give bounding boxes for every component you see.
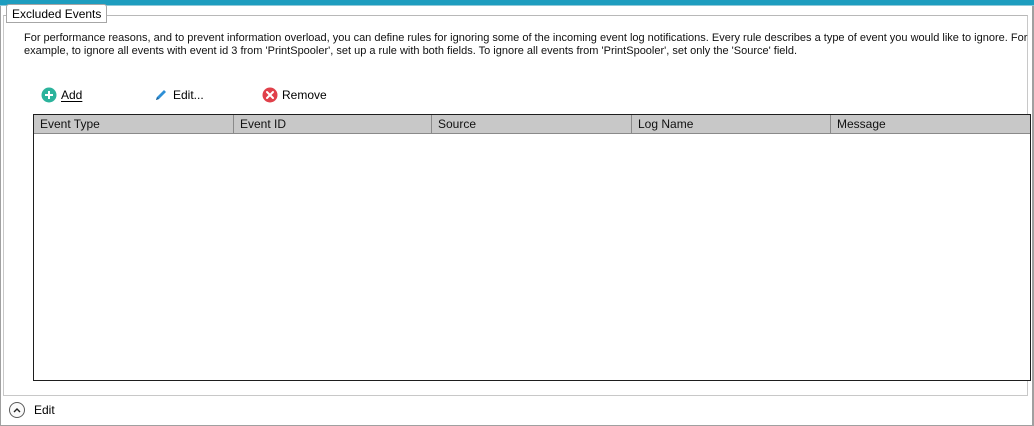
pencil-icon <box>153 87 169 103</box>
accent-bar-line <box>0 5 1034 6</box>
footer-edit-label: Edit <box>34 403 55 417</box>
add-button-label: Add <box>61 88 83 102</box>
column-header-event-type[interactable]: Event Type <box>34 115 234 133</box>
edit-button-label: Edit... <box>173 88 204 102</box>
table-header: Event Type Event ID Source Log Name Mess… <box>34 115 1030 134</box>
remove-button-label: Remove <box>282 88 327 102</box>
description-text: For performance reasons, and to prevent … <box>24 32 1028 57</box>
column-header-source[interactable]: Source <box>432 115 632 133</box>
excluded-events-table[interactable]: Event Type Event ID Source Log Name Mess… <box>33 114 1031 381</box>
add-button[interactable]: Add <box>41 86 82 104</box>
column-header-message[interactable]: Message <box>831 115 1030 133</box>
column-header-event-id[interactable]: Event ID <box>234 115 432 133</box>
x-circle-icon <box>262 87 278 103</box>
chevron-up-circle-icon <box>9 402 25 418</box>
group-title: Excluded Events <box>6 4 108 23</box>
footer-edit-toggle[interactable]: Edit <box>9 401 55 419</box>
edit-button[interactable]: Edit... <box>153 86 204 104</box>
column-header-log-name[interactable]: Log Name <box>632 115 831 133</box>
remove-button[interactable]: Remove <box>262 86 327 104</box>
plus-circle-icon <box>41 87 57 103</box>
